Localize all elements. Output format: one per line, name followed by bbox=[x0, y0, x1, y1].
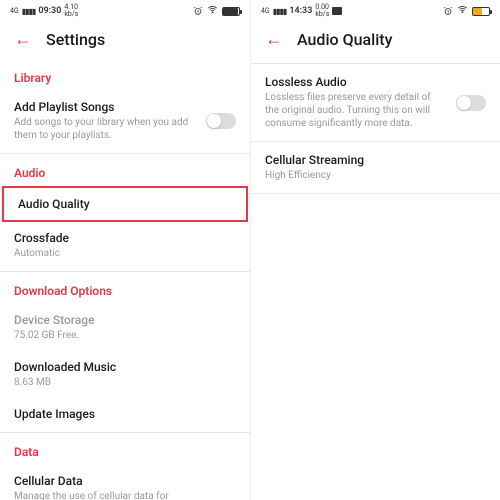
network-label: 4G bbox=[10, 7, 19, 15]
section-data: Data bbox=[0, 435, 250, 465]
status-bar: 4G ▮▮▮▮ 09:30 4.10kb/s bbox=[0, 0, 250, 20]
card-icon bbox=[332, 7, 342, 15]
screen-header: ← Audio Quality bbox=[251, 20, 500, 61]
row-audio-quality[interactable]: Audio Quality bbox=[2, 186, 248, 222]
status-time: 09:30 bbox=[38, 6, 61, 16]
status-bar: 4G ▮▮▮▮ 14:33 0.00kb/s bbox=[251, 0, 500, 20]
divider bbox=[251, 63, 500, 64]
page-title: Audio Quality bbox=[297, 30, 392, 49]
row-update-images[interactable]: Update Images bbox=[0, 398, 250, 430]
divider bbox=[0, 153, 250, 154]
row-lossless-audio[interactable]: Lossless Audio Lossless files preserve e… bbox=[251, 66, 500, 139]
audio-quality-content: Lossless Audio Lossless files preserve e… bbox=[251, 66, 500, 500]
divider bbox=[251, 193, 500, 194]
toggle-add-playlist[interactable] bbox=[206, 113, 236, 129]
section-library: Library bbox=[0, 61, 250, 91]
settings-screen: 4G ▮▮▮▮ 09:30 4.10kb/s ← Settings Librar… bbox=[0, 0, 250, 500]
back-icon[interactable]: ← bbox=[14, 31, 32, 49]
toggle-lossless[interactable] bbox=[456, 95, 486, 111]
network-label: 4G bbox=[261, 7, 270, 15]
alarm-icon bbox=[193, 6, 203, 16]
row-cellular-streaming[interactable]: Cellular Streaming High Efficiency bbox=[251, 144, 500, 191]
row-downloaded-music[interactable]: Downloaded Music 8.63 MB bbox=[0, 351, 250, 398]
section-audio: Audio bbox=[0, 156, 250, 186]
row-device-storage[interactable]: Device Storage 75.02 GB Free. bbox=[0, 304, 250, 351]
wifi-icon bbox=[207, 4, 218, 18]
divider bbox=[0, 432, 250, 433]
divider bbox=[0, 271, 250, 272]
alarm-icon bbox=[443, 6, 453, 16]
signal-icon: ▮▮▮▮ bbox=[273, 7, 287, 16]
row-crossfade[interactable]: Crossfade Automatic bbox=[0, 222, 250, 269]
settings-content: Library Add Playlist Songs Add songs to … bbox=[0, 61, 250, 500]
section-download: Download Options bbox=[0, 274, 250, 304]
back-icon[interactable]: ← bbox=[265, 31, 283, 49]
wifi-icon bbox=[457, 4, 468, 18]
network-speed: 4.10kb/s bbox=[64, 4, 78, 18]
page-title: Settings bbox=[46, 30, 105, 49]
divider bbox=[251, 141, 500, 142]
status-time: 14:33 bbox=[289, 6, 312, 16]
battery-icon bbox=[222, 7, 240, 16]
signal-icon: ▮▮▮▮ bbox=[22, 7, 36, 16]
audio-quality-screen: 4G ▮▮▮▮ 14:33 0.00kb/s ← Audio Quality L… bbox=[250, 0, 500, 500]
battery-icon bbox=[472, 7, 490, 16]
row-cellular-data[interactable]: Cellular Data Manage the use of cellular… bbox=[0, 465, 250, 500]
network-speed: 0.00kb/s bbox=[315, 4, 329, 18]
row-add-playlist-songs[interactable]: Add Playlist Songs Add songs to your lib… bbox=[0, 91, 250, 151]
screen-header: ← Settings bbox=[0, 20, 250, 61]
